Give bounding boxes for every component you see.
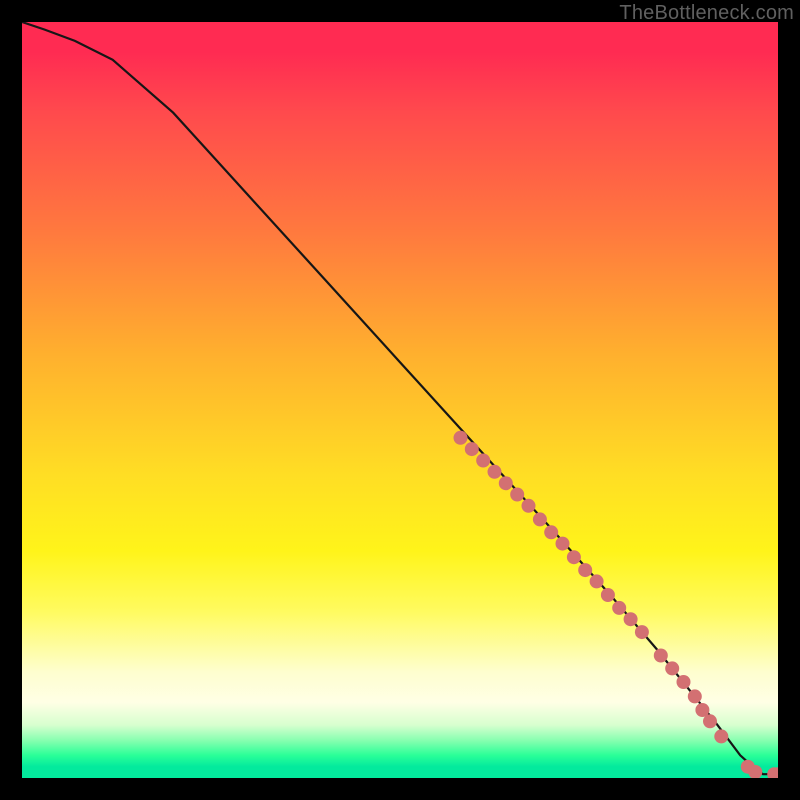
data-point <box>654 649 668 663</box>
data-point <box>665 661 679 675</box>
data-point <box>590 574 604 588</box>
data-point <box>556 537 570 551</box>
chart-container: TheBottleneck.com <box>0 0 800 800</box>
data-point <box>677 675 691 689</box>
data-point <box>510 488 524 502</box>
data-point <box>567 550 581 564</box>
data-point <box>454 431 468 445</box>
plot-area <box>22 22 778 778</box>
data-points <box>454 431 779 778</box>
data-point <box>703 714 717 728</box>
data-point <box>578 563 592 577</box>
data-point <box>714 729 728 743</box>
chart-svg <box>22 22 778 778</box>
data-point <box>612 601 626 615</box>
data-point <box>544 525 558 539</box>
data-point <box>499 476 513 490</box>
data-point <box>624 612 638 626</box>
data-point <box>601 588 615 602</box>
data-point <box>533 512 547 526</box>
data-point <box>635 625 649 639</box>
data-point <box>488 465 502 479</box>
data-point <box>688 689 702 703</box>
data-point <box>465 442 479 456</box>
watermark-text: TheBottleneck.com <box>619 2 794 25</box>
data-point <box>522 499 536 513</box>
data-point <box>476 454 490 468</box>
